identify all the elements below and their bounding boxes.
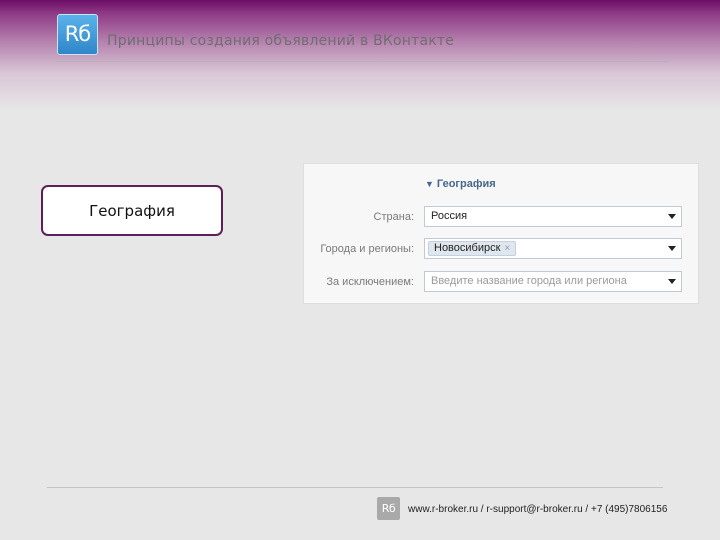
topic-label: География bbox=[89, 201, 175, 220]
cities-label: Города и регионы: bbox=[320, 243, 414, 255]
city-token-label: Новосибирск bbox=[434, 242, 501, 254]
header-band bbox=[0, 0, 720, 110]
chevron-down-icon[interactable] bbox=[668, 214, 676, 219]
topic-label-box: География bbox=[41, 185, 223, 236]
chevron-down-icon[interactable] bbox=[668, 279, 676, 284]
exclusions-label: За исключением: bbox=[326, 276, 414, 288]
country-select[interactable]: Россия bbox=[424, 206, 682, 227]
geography-section-toggle[interactable]: ▼ География bbox=[425, 178, 496, 190]
footer-contact-info: www.r-broker.ru / r-support@r-broker.ru … bbox=[408, 504, 668, 515]
slide-title: Принципы создания объявлений в ВКонтакте bbox=[107, 33, 455, 49]
country-value: Россия bbox=[431, 210, 468, 222]
cities-select[interactable]: Новосибирск × bbox=[424, 238, 682, 259]
footer-logo: Rб bbox=[377, 497, 400, 520]
r-broker-logo: Rб bbox=[57, 14, 98, 55]
remove-token-icon[interactable]: × bbox=[504, 243, 510, 254]
exclusions-input[interactable]: Введите название города или региона bbox=[424, 271, 682, 292]
geography-section-title: География bbox=[436, 178, 496, 190]
footer-divider bbox=[47, 487, 663, 488]
exclusions-placeholder: Введите название города или региона bbox=[431, 275, 627, 287]
chevron-down-icon[interactable] bbox=[668, 246, 676, 251]
title-divider bbox=[57, 61, 669, 62]
triangle-down-icon: ▼ bbox=[425, 179, 434, 189]
geography-settings-panel: ▼ География Страна: Россия Города и регио… bbox=[303, 163, 699, 304]
country-label: Страна: bbox=[373, 211, 414, 223]
city-token: Новосибирск × bbox=[428, 241, 517, 256]
